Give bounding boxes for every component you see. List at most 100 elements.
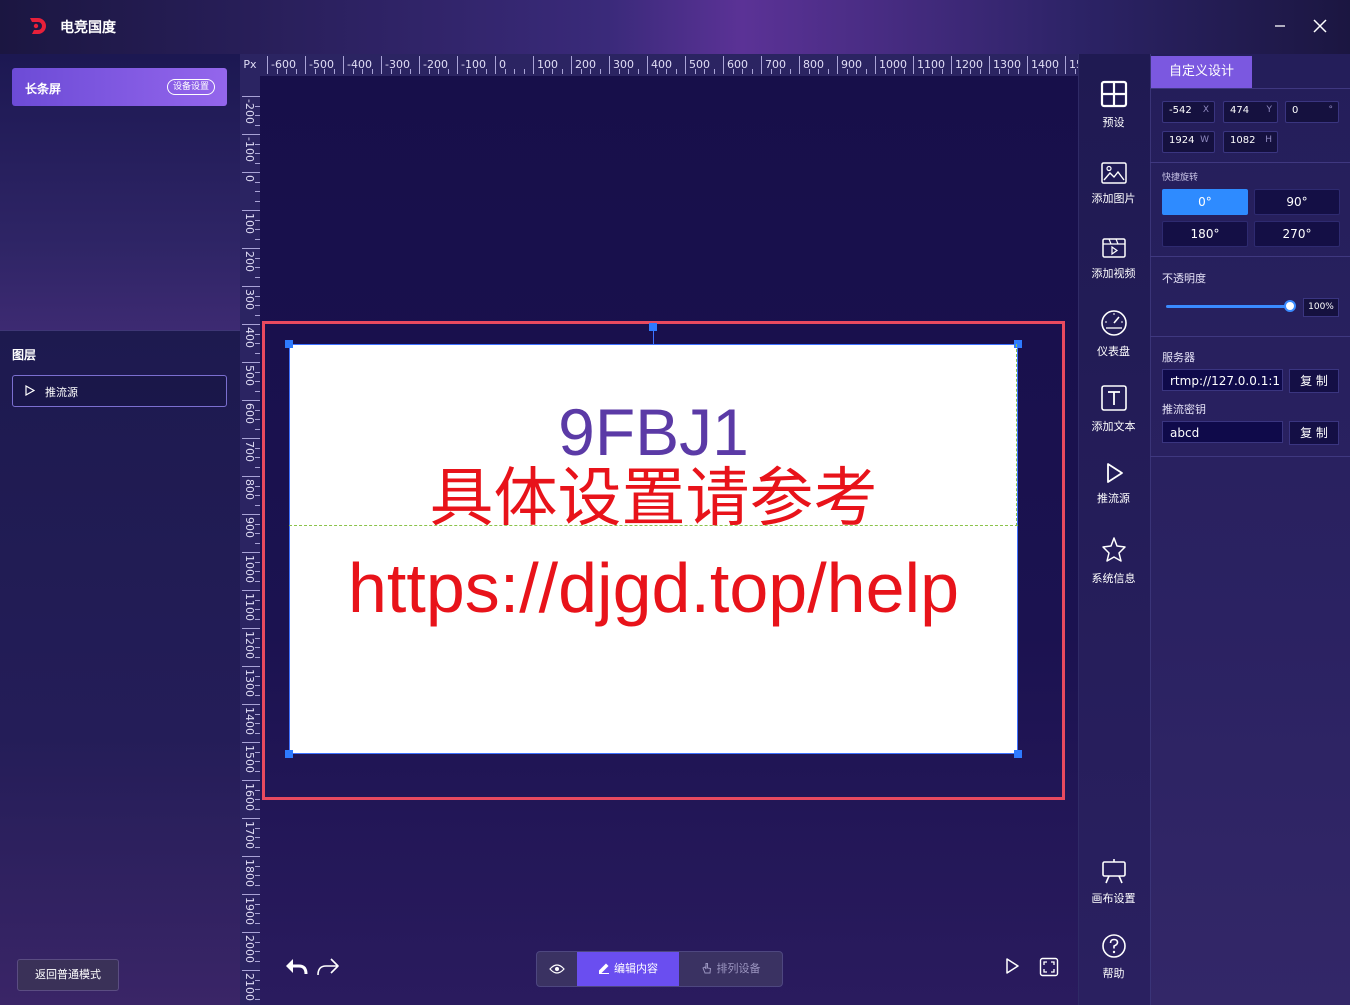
ruler-minor-tick — [352, 69, 354, 74]
layer-item[interactable]: 推流源 — [12, 375, 227, 407]
rotate-handle[interactable] — [649, 323, 657, 331]
ruler-top: -600 -500 -400 -300 -200 -100 0 100 200 300 400 500… — [240, 54, 1078, 76]
width-input[interactable]: 1924 W — [1162, 131, 1215, 153]
fullscreen-icon[interactable] — [1039, 957, 1059, 977]
play-icon — [1106, 463, 1123, 483]
rotate-270-button[interactable]: 270° — [1254, 221, 1340, 247]
play-icon[interactable] — [1003, 957, 1021, 975]
ruler-label: 600 — [727, 58, 748, 71]
ruler-minor-tick — [552, 69, 553, 74]
ruler-label: 200 — [575, 58, 596, 71]
ruler-tick — [647, 56, 648, 74]
quick-rotate-label: 快捷旋转 — [1162, 173, 1199, 183]
rotation-input[interactable]: 0 ° — [1285, 101, 1339, 123]
opacity-value: 100% — [1303, 298, 1339, 317]
ruler-minor-tick — [884, 69, 886, 74]
star-icon — [1101, 537, 1126, 562]
ruler-minor-tick — [1046, 69, 1047, 74]
rotate-180-button[interactable]: 180° — [1162, 221, 1248, 247]
x-input[interactable]: -542 X — [1162, 101, 1215, 123]
tool-gauge[interactable]: 仪表盘 — [1078, 309, 1149, 359]
ruler-minor-tick — [514, 69, 515, 74]
ruler-minor-tick — [324, 69, 325, 74]
ruler-minor-tick — [780, 69, 781, 74]
height-value: 1082 — [1230, 135, 1256, 146]
opacity-slider-handle[interactable] — [1284, 300, 1296, 312]
ruler-label: -200 — [243, 99, 256, 124]
y-input[interactable]: 474 Y — [1223, 101, 1278, 123]
ruler-minor-tick — [314, 69, 316, 74]
ruler-minor-tick — [362, 69, 363, 74]
ruler-minor-tick — [1074, 69, 1076, 74]
height-input[interactable]: 1082 H — [1223, 131, 1278, 153]
resize-handle-tl[interactable] — [285, 340, 293, 348]
minimize-icon[interactable] — [1268, 14, 1292, 38]
ruler-label: 1500 — [243, 745, 256, 773]
pencil-icon — [599, 963, 609, 974]
tool-stream-source[interactable]: 推流源 — [1078, 462, 1149, 506]
ruler-tick — [242, 628, 260, 629]
edit-content-tab[interactable]: 编辑内容 — [577, 952, 679, 986]
ruler-tick — [242, 134, 260, 135]
help-icon — [1101, 934, 1126, 958]
ruler-minor-tick — [1055, 69, 1057, 74]
ruler-tick — [1065, 56, 1066, 74]
rotate-0-button[interactable]: 0° — [1162, 189, 1248, 215]
ruler-minor-tick — [476, 69, 477, 74]
copy-server-button[interactable]: 复 制 — [1289, 369, 1339, 393]
ruler-tick — [495, 56, 496, 74]
screen-card[interactable]: 长条屏 设备设置 — [12, 68, 227, 106]
tool-add-image[interactable]: 添加图片 — [1078, 162, 1149, 206]
ruler-tick — [457, 56, 458, 74]
ruler-tick — [242, 894, 260, 895]
redo-icon[interactable] — [316, 956, 340, 978]
server-url-field[interactable]: rtmp://127.0.0.1:1 — [1162, 369, 1283, 391]
back-to-normal-button[interactable]: 返回普通模式 — [17, 959, 119, 991]
ruler-label: 800 — [803, 58, 824, 71]
device-settings-button[interactable]: 设备设置 — [166, 79, 215, 95]
rotate-90-button[interactable]: 90° — [1254, 189, 1340, 215]
ruler-tick — [381, 56, 382, 74]
tool-add-video[interactable]: 添加视频 — [1078, 237, 1149, 281]
ruler-label: 1600 — [243, 783, 256, 811]
divider — [1150, 336, 1350, 337]
ruler-label: 400 — [243, 327, 256, 348]
close-icon[interactable] — [1308, 14, 1332, 38]
resize-handle-br[interactable] — [1014, 750, 1022, 758]
ruler-label: 1000 — [243, 555, 256, 583]
ruler-minor-tick — [751, 69, 753, 74]
tool-label: 仪表盘 — [1097, 345, 1130, 358]
ruler-label: 1900 — [243, 897, 256, 925]
ruler-label: 700 — [765, 58, 786, 71]
ruler-minor-tick — [656, 69, 658, 74]
ruler-minor-tick — [466, 69, 468, 74]
ruler-tick — [419, 56, 420, 74]
x-value: -542 — [1169, 105, 1192, 116]
opacity-slider-track[interactable] — [1166, 305, 1290, 308]
app-title: 电竞国度 — [60, 20, 116, 36]
ruler-unit: Px — [240, 54, 260, 76]
resize-handle-bl[interactable] — [285, 750, 293, 758]
preview-eye-icon[interactable] — [537, 952, 577, 986]
tool-system-info[interactable]: 系统信息 — [1078, 536, 1149, 586]
ruler-tick — [1027, 56, 1028, 74]
copy-key-button[interactable]: 复 制 — [1289, 421, 1339, 445]
ruler-label: 800 — [243, 479, 256, 500]
ruler-label: -600 — [271, 58, 296, 71]
tool-preset[interactable]: 预设 — [1078, 80, 1149, 130]
ruler-label: 400 — [651, 58, 672, 71]
tool-add-text[interactable]: 添加文本 — [1078, 384, 1149, 434]
ruler-label: 15 — [1069, 58, 1078, 71]
stream-key-field[interactable]: abcd — [1162, 421, 1283, 443]
tool-help[interactable]: 帮助 — [1078, 933, 1149, 981]
ruler-tick — [242, 248, 260, 249]
arrange-devices-tab[interactable]: 排列设备 — [679, 952, 782, 986]
ruler-label: -100 — [461, 58, 486, 71]
tab-custom-design[interactable]: 自定义设计 — [1151, 56, 1252, 88]
ruler-tick — [305, 56, 306, 74]
ruler-minor-tick — [666, 69, 667, 74]
ruler-minor-tick — [637, 69, 639, 74]
tool-canvas-settings[interactable]: 画布设置 — [1078, 858, 1149, 906]
ruler-label: 900 — [243, 517, 256, 538]
undo-icon[interactable] — [284, 956, 308, 978]
